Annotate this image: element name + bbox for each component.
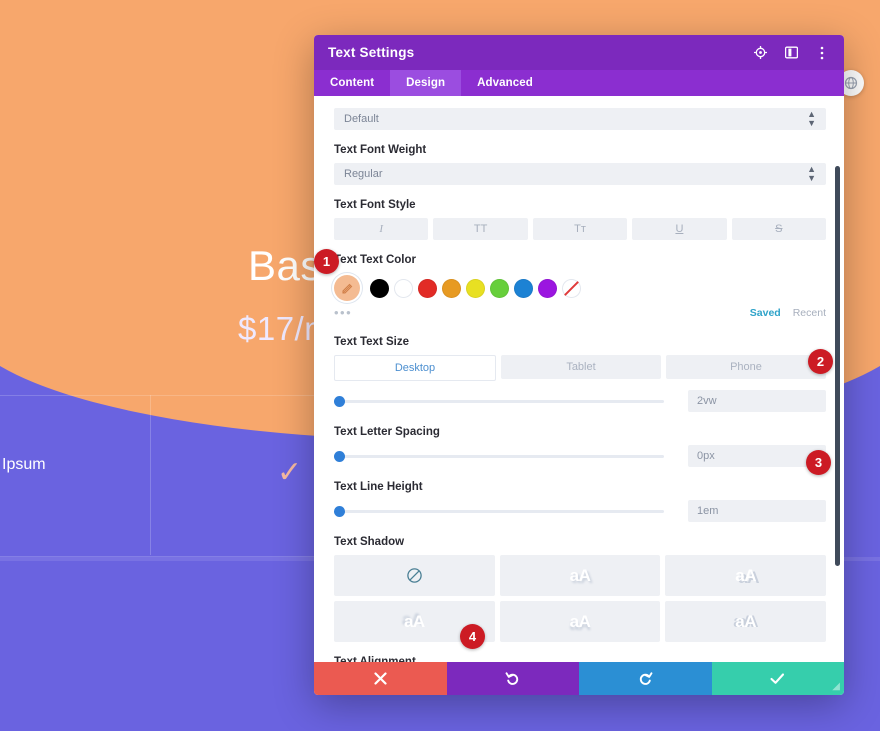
- eyedropper-icon: [341, 283, 352, 294]
- annotation-badge-1: 1: [314, 249, 339, 274]
- line-height-slider-row: 1em: [334, 500, 826, 522]
- text-color-label: Text Text Color: [334, 254, 416, 266]
- resize-grip-icon[interactable]: ◢: [832, 681, 840, 692]
- text-size-slider-row: 2vw: [334, 390, 826, 412]
- cancel-button[interactable]: [314, 662, 447, 695]
- check-icon: [770, 673, 785, 684]
- redo-icon: [639, 672, 653, 685]
- color-swatch-row: [334, 273, 826, 303]
- font-family-value: Default: [344, 113, 379, 125]
- letter-spacing-label: Text Letter Spacing: [334, 426, 440, 438]
- shadow-preview-text: aA: [735, 612, 757, 631]
- shadow-option-2[interactable]: aA: [665, 555, 826, 596]
- text-shadow-grid: aA aA aA aA aA: [334, 555, 826, 642]
- swatch-orange[interactable]: [442, 278, 461, 298]
- line-height-label: Text Line Height: [334, 481, 423, 493]
- recent-colors-tab[interactable]: Recent: [793, 307, 826, 319]
- close-icon: [374, 672, 387, 685]
- tab-design[interactable]: Design: [390, 70, 462, 96]
- font-weight-value: Regular: [344, 168, 383, 180]
- letter-spacing-slider[interactable]: [334, 450, 664, 462]
- no-shadow-icon: [407, 568, 422, 583]
- globe-icon: [844, 76, 858, 90]
- line-height-input[interactable]: 1em: [688, 500, 826, 522]
- shadow-option-4[interactable]: aA: [499, 601, 661, 642]
- text-settings-modal: Text Settings Content Design Advanced De…: [314, 35, 844, 695]
- modal-footer: ◢: [314, 662, 844, 695]
- font-style-strikethrough-button[interactable]: S: [731, 218, 827, 240]
- swatch-white[interactable]: [394, 278, 413, 298]
- font-weight-label: Text Font Weight: [334, 144, 427, 156]
- slider-knob[interactable]: [334, 450, 345, 462]
- feature-label: Ipsum: [2, 456, 46, 473]
- modal-tabs: Content Design Advanced: [314, 70, 844, 96]
- swatch-transparent[interactable]: [562, 278, 581, 298]
- kebab-menu-icon[interactable]: [814, 45, 830, 61]
- modal-title: Text Settings: [328, 45, 415, 60]
- modal-header: Text Settings: [314, 35, 844, 70]
- font-weight-select[interactable]: Regular ▲ ▼: [334, 163, 826, 185]
- text-size-input[interactable]: 2vw: [688, 390, 826, 412]
- line-height-slider[interactable]: [334, 505, 664, 517]
- font-style-uppercase-button[interactable]: TT: [433, 218, 528, 240]
- color-meta-row: ••• Saved Recent: [334, 304, 826, 322]
- annotation-badge-2: 2: [808, 349, 833, 374]
- font-style-italic-button[interactable]: I: [334, 218, 429, 240]
- shadow-preview-text: aA: [569, 566, 591, 585]
- color-picker-button[interactable]: [334, 275, 360, 301]
- shadow-option-none[interactable]: [334, 555, 495, 596]
- font-style-capitalize-button[interactable]: Tᴛ: [532, 218, 628, 240]
- font-style-underline-button[interactable]: U: [632, 218, 727, 240]
- swatch-red[interactable]: [418, 278, 437, 298]
- swatch-black[interactable]: [370, 278, 389, 298]
- text-size-slider[interactable]: [334, 395, 664, 407]
- device-tab-tablet[interactable]: Tablet: [501, 355, 661, 379]
- slider-knob[interactable]: [334, 395, 345, 407]
- tab-content[interactable]: Content: [314, 70, 390, 96]
- text-shadow-label: Text Shadow: [334, 536, 405, 548]
- annotation-badge-4: 4: [460, 624, 485, 649]
- annotation-badge-3: 3: [806, 450, 831, 475]
- shadow-preview-text: aA: [569, 612, 591, 631]
- font-style-buttons: I TT Tᴛ U S: [334, 218, 827, 240]
- chevron-updown-icon: ▲ ▼: [807, 109, 816, 128]
- redo-button[interactable]: [579, 662, 712, 695]
- feature-column-divider: [150, 395, 151, 555]
- text-size-label: Text Text Size: [334, 336, 409, 348]
- target-icon[interactable]: [752, 45, 768, 61]
- modal-body: Default ▲ ▼ Text Font Weight Regular ▲ ▼ T…: [314, 96, 844, 662]
- font-family-select[interactable]: Default ▲ ▼: [334, 108, 826, 130]
- shadow-preview-text: aA: [403, 612, 425, 631]
- shadow-option-5[interactable]: aA: [665, 601, 826, 642]
- slider-track: [334, 509, 664, 513]
- modal-scrollbar-thumb[interactable]: [835, 166, 840, 566]
- saved-recent-tabs: Saved Recent: [750, 307, 826, 319]
- device-tab-phone[interactable]: Phone: [666, 355, 826, 379]
- panel-layout-icon[interactable]: [783, 45, 799, 61]
- swatch-blue[interactable]: [514, 278, 533, 298]
- shadow-preview-text: aA: [735, 566, 757, 585]
- text-size-device-tabs: Desktop Tablet Phone: [334, 355, 826, 381]
- modal-header-actions: [752, 45, 830, 61]
- slider-track: [334, 399, 664, 403]
- undo-button[interactable]: [446, 662, 579, 695]
- letter-spacing-slider-row: 0px: [334, 445, 826, 467]
- device-tab-desktop[interactable]: Desktop: [334, 355, 496, 381]
- tab-advanced[interactable]: Advanced: [461, 70, 549, 96]
- text-alignment-label: Text Alignment: [334, 656, 416, 662]
- save-button[interactable]: ◢: [711, 662, 844, 695]
- chevron-updown-icon: ▲ ▼: [807, 164, 816, 183]
- more-colors-button[interactable]: •••: [334, 306, 352, 319]
- undo-icon: [505, 672, 519, 685]
- modal-scrollbar-track[interactable]: [835, 96, 842, 662]
- saved-colors-tab[interactable]: Saved: [750, 307, 781, 319]
- swatch-yellow[interactable]: [466, 278, 485, 298]
- swatch-purple[interactable]: [538, 278, 557, 298]
- swatch-green[interactable]: [490, 278, 509, 298]
- slider-track: [334, 454, 664, 458]
- shadow-option-1[interactable]: aA: [499, 555, 661, 596]
- slider-knob[interactable]: [334, 505, 345, 517]
- font-style-label: Text Font Style: [334, 199, 416, 211]
- checkmark-icon: ✓: [277, 456, 303, 489]
